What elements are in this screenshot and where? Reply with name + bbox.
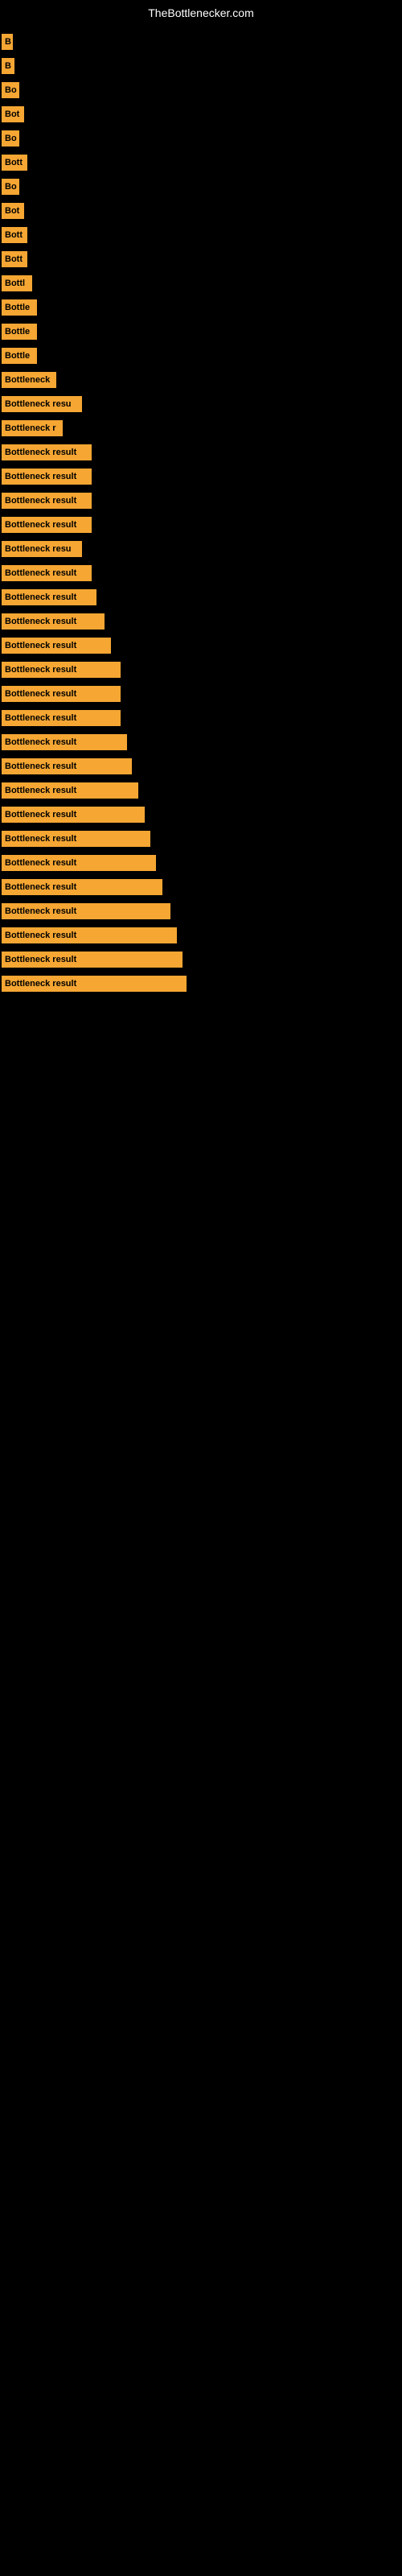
bar-label: Bo xyxy=(2,82,19,98)
bar-row: Bottleneck r xyxy=(0,417,402,440)
bar-label: Bottleneck result xyxy=(2,831,150,847)
bar-label: Bottleneck r xyxy=(2,420,63,436)
bar-label: Bottleneck result xyxy=(2,517,92,533)
bar-row: Bo xyxy=(0,127,402,150)
bar-label: Bot xyxy=(2,106,24,122)
bar-label: Bottle xyxy=(2,299,37,316)
bar-label: B xyxy=(2,34,13,50)
bar-label: Bottleneck result xyxy=(2,734,127,750)
bar-row: B xyxy=(0,31,402,53)
bar-row: Bottleneck result xyxy=(0,514,402,536)
bar-label: Bottleneck result xyxy=(2,638,111,654)
bar-label: Bottleneck result xyxy=(2,903,170,919)
bar-row: Bottleneck result xyxy=(0,658,402,681)
bar-label: Bottleneck result xyxy=(2,807,145,823)
bar-row: Bottle xyxy=(0,296,402,319)
bar-row: Bo xyxy=(0,79,402,101)
bar-row: Bottleneck result xyxy=(0,634,402,657)
bar-row: Bottleneck result xyxy=(0,707,402,729)
bar-row: Bottleneck result xyxy=(0,562,402,584)
bar-label: Bott xyxy=(2,251,27,267)
bar-row: Bottleneck result xyxy=(0,489,402,512)
bar-row: Bott xyxy=(0,248,402,270)
site-title-text: TheBottlenecker.com xyxy=(0,0,402,23)
bar-row: Bottleneck result xyxy=(0,972,402,995)
bar-label: Bottleneck result xyxy=(2,879,162,895)
bar-label: Bottleneck result xyxy=(2,782,138,799)
bar-row: Bott xyxy=(0,224,402,246)
bar-label: Bottl xyxy=(2,275,32,291)
bar-row: Bottleneck result xyxy=(0,610,402,633)
bar-label: Bottleneck result xyxy=(2,686,121,702)
bar-row: Bottleneck resu xyxy=(0,393,402,415)
bar-row: Bottleneck result xyxy=(0,683,402,705)
bar-label: Bottleneck result xyxy=(2,927,177,943)
bar-label: Bottleneck result xyxy=(2,493,92,509)
bar-row: Bottle xyxy=(0,320,402,343)
bar-row: Bott xyxy=(0,151,402,174)
bar-label: Bottleneck result xyxy=(2,444,92,460)
bar-row: Bottleneck result xyxy=(0,900,402,923)
bar-label: Bo xyxy=(2,179,19,195)
bar-row: Bottleneck xyxy=(0,369,402,391)
bar-label: Bottleneck result xyxy=(2,565,92,581)
bar-label: Bottle xyxy=(2,324,37,340)
bar-row: Bottleneck result xyxy=(0,586,402,609)
bar-row: Bottleneck result xyxy=(0,755,402,778)
bar-row: Bot xyxy=(0,103,402,126)
bar-label: Bott xyxy=(2,155,27,171)
bar-label: Bottleneck result xyxy=(2,662,121,678)
bar-label: Bottleneck result xyxy=(2,589,96,605)
bar-row: Bottl xyxy=(0,272,402,295)
bar-row: Bottleneck resu xyxy=(0,538,402,560)
bar-row: Bottleneck result xyxy=(0,731,402,753)
bar-label: Bottle xyxy=(2,348,37,364)
bar-row: Bottleneck result xyxy=(0,828,402,850)
bar-row: Bottleneck result xyxy=(0,852,402,874)
bar-label: Bott xyxy=(2,227,27,243)
bar-label: Bo xyxy=(2,130,19,147)
bar-label: Bottleneck result xyxy=(2,710,121,726)
bar-label: Bottleneck result xyxy=(2,976,187,992)
bar-label: B xyxy=(2,58,14,74)
bar-label: Bottleneck result xyxy=(2,613,105,630)
bar-label: Bottleneck result xyxy=(2,469,92,485)
bar-row: Bottleneck result xyxy=(0,779,402,802)
bar-row: Bot xyxy=(0,200,402,222)
bar-row: Bo xyxy=(0,175,402,198)
bar-label: Bottleneck xyxy=(2,372,56,388)
bar-label: Bottleneck resu xyxy=(2,396,82,412)
bar-label: Bottleneck result xyxy=(2,952,183,968)
bar-label: Bottleneck result xyxy=(2,855,156,871)
bar-row: Bottleneck result xyxy=(0,924,402,947)
bar-label: Bottleneck resu xyxy=(2,541,82,557)
bar-row: Bottleneck result xyxy=(0,803,402,826)
bars-container: BB Bo Bot Bo Bott Bo Bot Bott Bott Bottl Bottle Bot… xyxy=(0,23,402,1005)
bar-row: Bottleneck result xyxy=(0,441,402,464)
bar-label: Bottleneck result xyxy=(2,758,132,774)
bar-row: B xyxy=(0,55,402,77)
bar-label: Bot xyxy=(2,203,24,219)
bar-row: Bottleneck result xyxy=(0,876,402,898)
bar-row: Bottle xyxy=(0,345,402,367)
bar-row: Bottleneck result xyxy=(0,465,402,488)
bar-row: Bottleneck result xyxy=(0,948,402,971)
